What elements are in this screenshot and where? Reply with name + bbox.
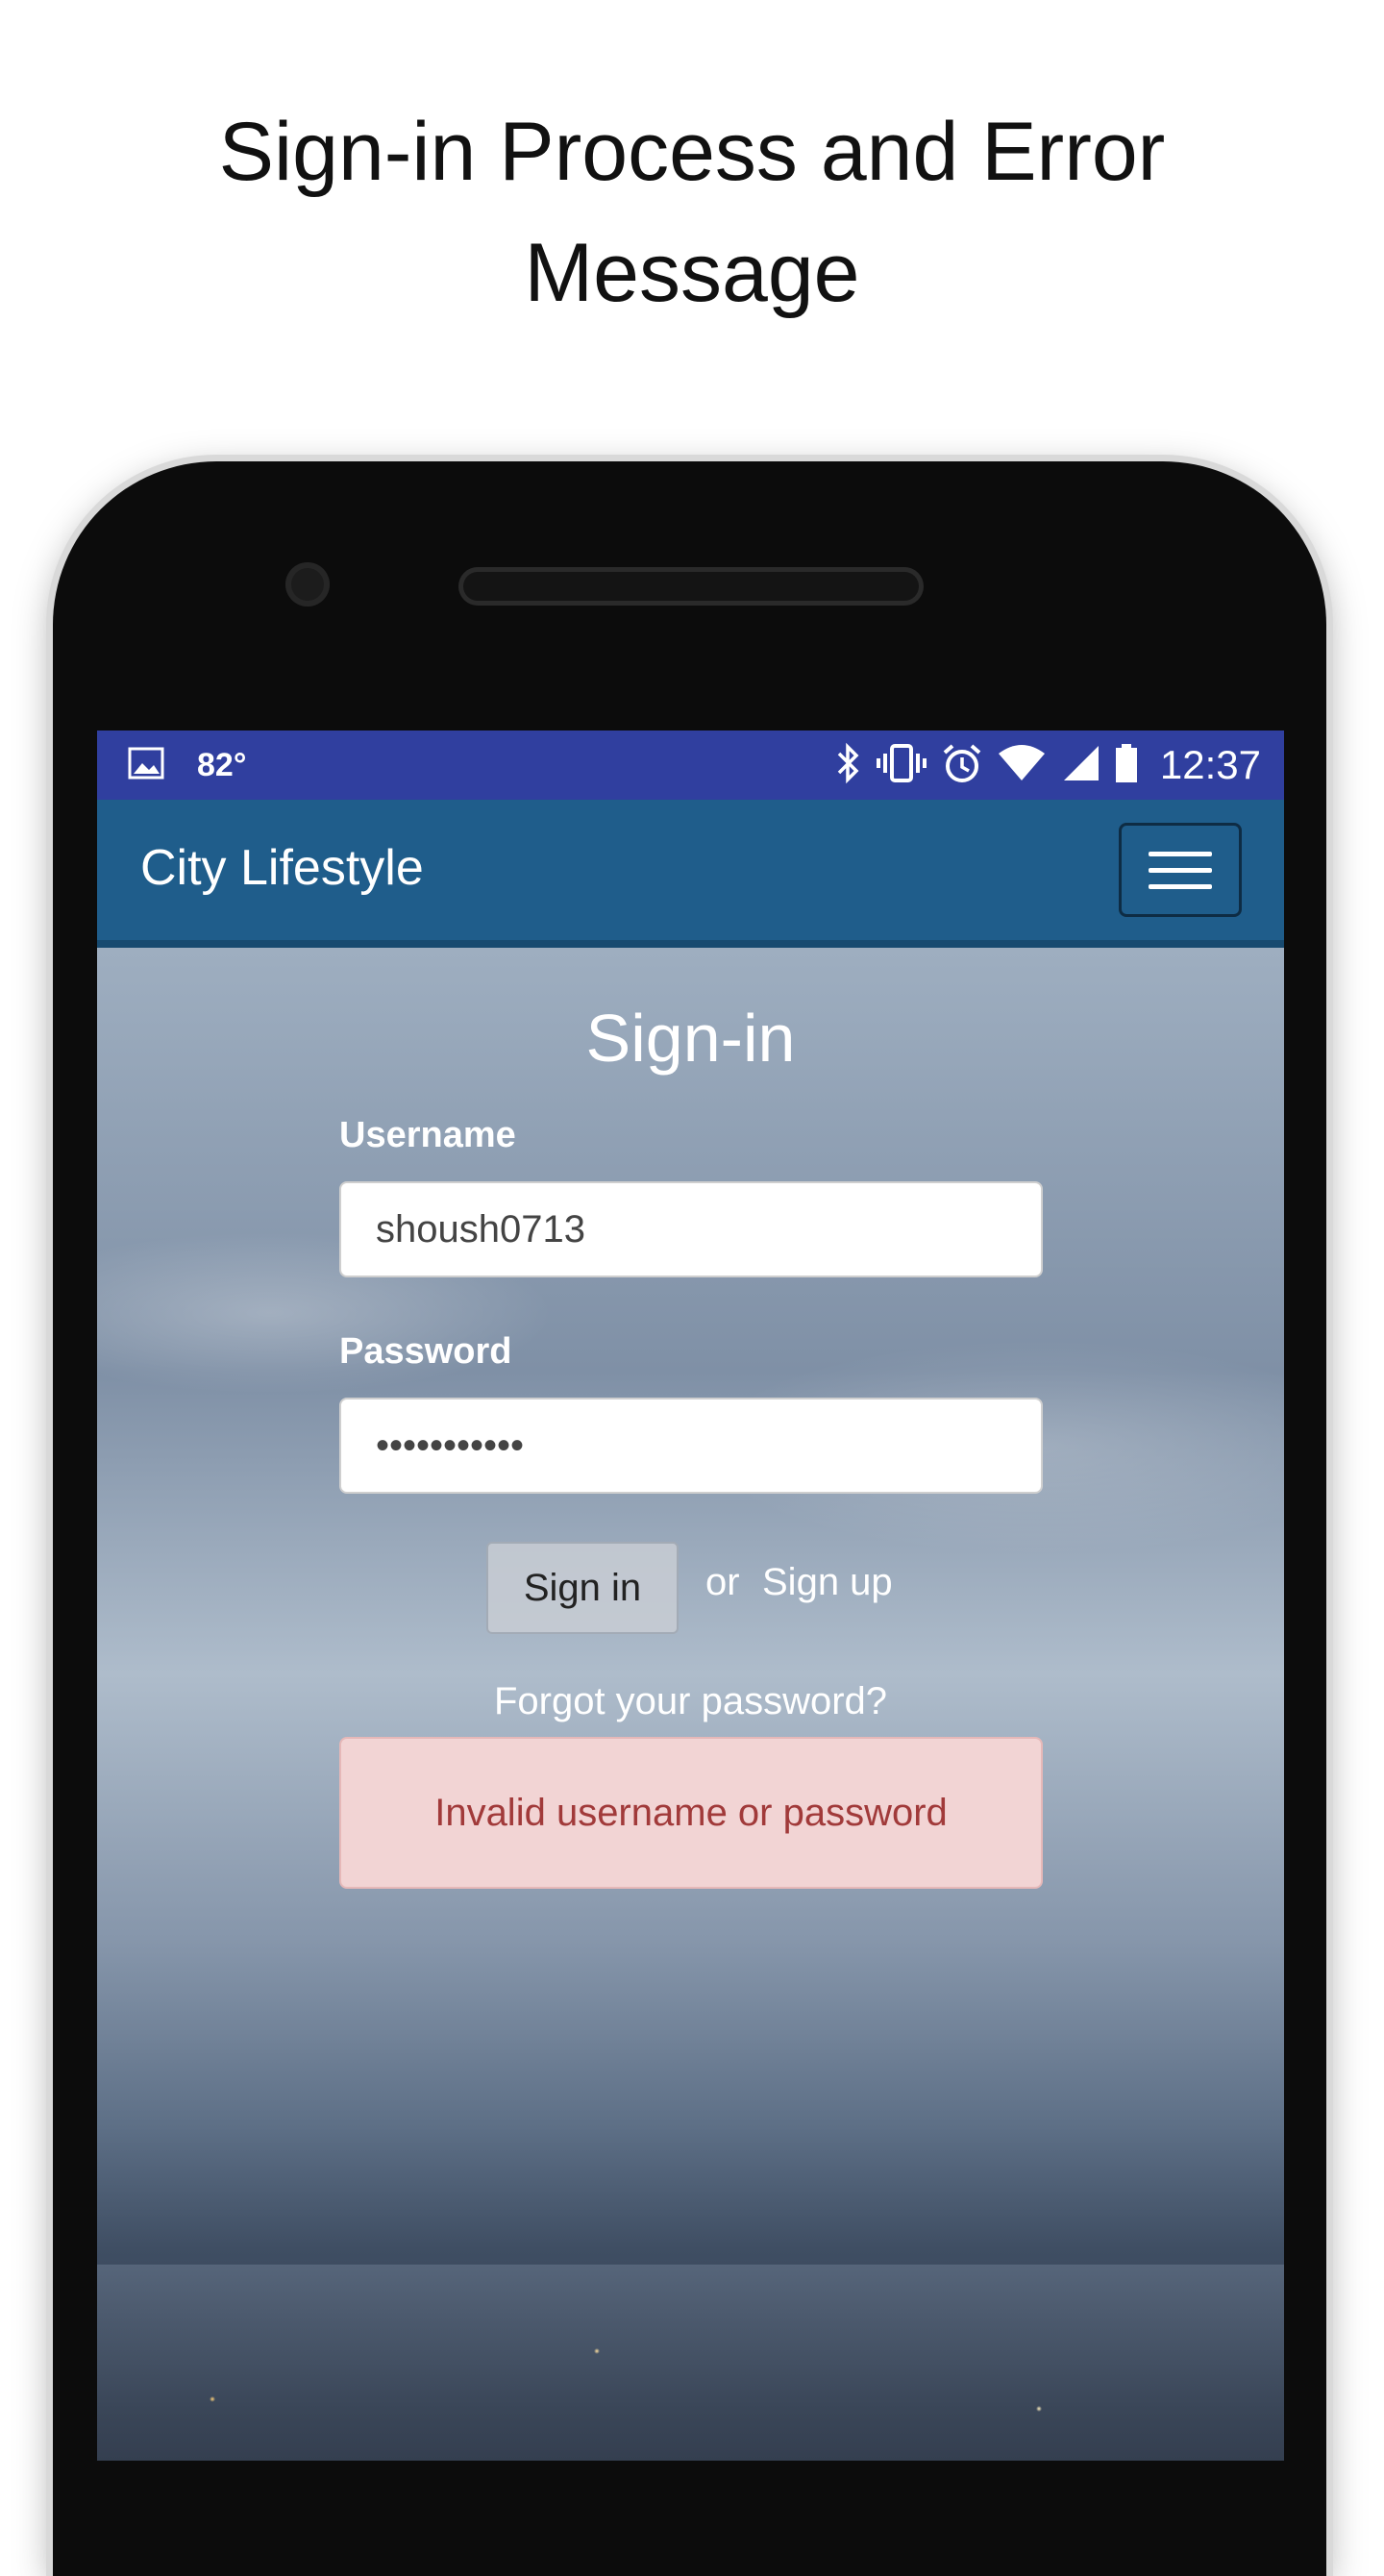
signal-icon <box>1060 742 1100 789</box>
signin-button[interactable]: Sign in <box>486 1542 679 1634</box>
alarm-icon <box>941 742 983 789</box>
app-navbar: City Lifestyle <box>97 800 1284 948</box>
wifi-icon <box>997 742 1047 789</box>
forgot-password-link[interactable]: Forgot your password? <box>97 1680 1284 1723</box>
signup-link[interactable]: Sign up <box>762 1561 893 1604</box>
earpiece-speaker <box>458 567 924 606</box>
error-alert: Invalid username or password <box>339 1737 1043 1889</box>
brand-title[interactable]: City Lifestyle <box>140 800 424 936</box>
image-icon <box>128 747 164 784</box>
menu-bar <box>1149 851 1212 856</box>
password-input[interactable] <box>339 1398 1043 1494</box>
promo-title: Sign-in Process and Error Message <box>218 106 1166 319</box>
username-input[interactable] <box>339 1181 1043 1277</box>
or-text: or <box>705 1561 740 1603</box>
phone-screen: 82° 12:37 City Lifestyle Sign-in Usernam… <box>97 731 1284 2461</box>
password-label: Password <box>339 1331 512 1372</box>
city-skyline <box>97 2265 1284 2461</box>
bluetooth-icon <box>833 742 862 789</box>
status-bar: 82° 12:37 <box>97 731 1284 800</box>
menu-bar <box>1149 883 1212 889</box>
menu-bar <box>1149 867 1212 873</box>
clock: 12:37 <box>1159 742 1261 787</box>
error-message: Invalid username or password <box>434 1791 948 1834</box>
hamburger-menu-icon[interactable] <box>1119 823 1242 917</box>
signin-heading: Sign-in <box>585 1001 796 1076</box>
battery-icon <box>1114 742 1139 789</box>
temperature-readout: 82° <box>197 746 247 783</box>
username-label: Username <box>339 1115 516 1155</box>
front-camera <box>285 562 330 607</box>
vibrate-icon <box>876 742 927 789</box>
